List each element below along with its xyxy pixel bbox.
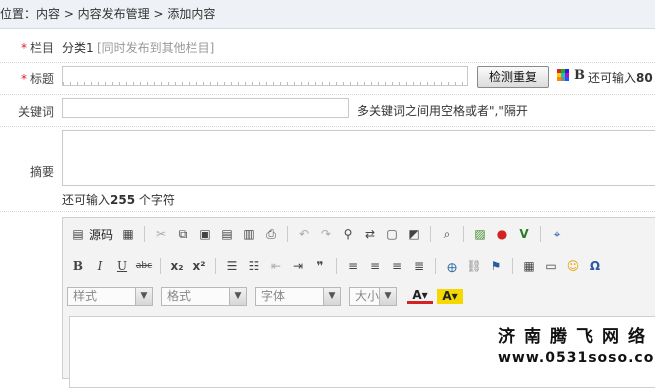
- font-select[interactable]: 字体 ▼: [255, 286, 341, 306]
- bold-icon[interactable]: B: [69, 257, 87, 275]
- align-center-icon[interactable]: ≡: [366, 257, 384, 275]
- new-page-icon[interactable]: ▦: [119, 225, 137, 243]
- paste-icon[interactable]: ▣: [196, 225, 214, 243]
- editor-toolbar-row-1: ▤ 源码 ▦ ✂ ⧉ ▣ ▤ ▥ ⎙ ↶ ↷ ⚲ ⇄ ▢ ◩ ⌕ ▨ ● V ⌖: [67, 222, 568, 246]
- keywords-label: 关键词: [17, 105, 54, 119]
- table-icon[interactable]: ▦: [520, 257, 538, 275]
- strikethrough-icon[interactable]: abc: [135, 257, 153, 275]
- align-right-icon[interactable]: ≡: [388, 257, 406, 275]
- title-label: * 标题: [20, 72, 54, 86]
- chevron-down-icon: ▼: [229, 287, 246, 305]
- summary-textarea[interactable]: [62, 130, 655, 186]
- check-duplicate-button[interactable]: 检测重复: [477, 66, 549, 88]
- image-icon[interactable]: ▨: [471, 225, 489, 243]
- smiley-icon[interactable]: ☺: [564, 257, 582, 275]
- watermark-company: 济南腾飞网络: [498, 327, 654, 347]
- bg-color-icon[interactable]: A▾: [437, 288, 463, 304]
- bullet-list-icon[interactable]: ☷: [245, 257, 263, 275]
- source-doc-icon[interactable]: ▤: [69, 225, 87, 243]
- summary-row: 摘要 还可输入255 个字符: [0, 126, 655, 212]
- flash-icon[interactable]: ●: [493, 225, 511, 243]
- remove-format-icon[interactable]: ◩: [405, 225, 423, 243]
- watermark: 济南腾飞网络 www.0531soso.com: [498, 322, 655, 366]
- outdent-icon[interactable]: ⇤: [267, 257, 285, 275]
- chevron-down-icon: ▼: [135, 287, 152, 305]
- title-input[interactable]: [62, 66, 468, 86]
- preview-icon[interactable]: ⌕: [438, 225, 456, 243]
- unlink-icon[interactable]: ⛓: [465, 257, 483, 275]
- video-icon[interactable]: V: [515, 225, 533, 243]
- special-char-icon[interactable]: Ω: [586, 257, 604, 275]
- superscript-icon[interactable]: x²: [190, 257, 208, 275]
- subscript-icon[interactable]: x₂: [168, 257, 186, 275]
- chevron-down-icon: ▼: [379, 287, 396, 305]
- find-icon[interactable]: ⚲: [339, 225, 357, 243]
- cut-icon[interactable]: ✂: [152, 225, 170, 243]
- format-select[interactable]: 格式 ▼: [161, 286, 247, 306]
- style-select[interactable]: 样式 ▼: [67, 286, 153, 306]
- text-color-icon[interactable]: A▾: [407, 288, 433, 304]
- source-button[interactable]: 源码: [89, 226, 113, 243]
- editor-toolbar-row-3: 样式 ▼ 格式 ▼ 字体 ▼ 大小 ▼ A▾ A▾: [67, 284, 465, 308]
- horizontal-rule-icon[interactable]: ▭: [542, 257, 560, 275]
- color-picker-icon[interactable]: [557, 69, 569, 81]
- numbered-list-icon[interactable]: ☰: [223, 257, 241, 275]
- summary-label: 摘要: [29, 165, 54, 179]
- link-icon[interactable]: 🜨: [443, 257, 461, 275]
- column-row: * 栏目 分类1 [同时发布到其他栏目]: [0, 29, 655, 63]
- maximize-icon[interactable]: ⌖: [548, 225, 566, 243]
- editor-toolbar-row-2: B I U abc x₂ x² ☰ ☷ ⇤ ⇥ ❞ ≡ ≡ ≡ ≣ 🜨 ⛓ ⚑ …: [67, 254, 606, 278]
- watermark-url: www.0531soso.com: [498, 350, 655, 366]
- align-left-icon[interactable]: ≡: [344, 257, 362, 275]
- copy-icon[interactable]: ⧉: [174, 225, 192, 243]
- keywords-row: 关键词 多关键词之间用空格或者","隔开: [0, 94, 655, 127]
- keywords-input[interactable]: [62, 98, 349, 118]
- size-select[interactable]: 大小 ▼: [349, 286, 397, 306]
- chevron-down-icon: ▼: [323, 287, 340, 305]
- indent-icon[interactable]: ⇥: [289, 257, 307, 275]
- breadcrumb-text: 位置：内容 > 内容发布管理 > 添加内容: [0, 7, 216, 21]
- bold-title-icon[interactable]: B: [574, 68, 585, 83]
- paste-text-icon[interactable]: ▤: [218, 225, 236, 243]
- print-icon[interactable]: ⎙: [262, 225, 280, 243]
- title-row: * 标题 检测重复 B 还可输入80: [0, 62, 655, 95]
- column-label: * 栏目: [20, 41, 54, 55]
- summary-remaining: 还可输入255 个字符: [62, 193, 175, 207]
- blockquote-icon[interactable]: ❞: [311, 257, 329, 275]
- column-multi-publish-link[interactable]: [同时发布到其他栏目]: [97, 39, 214, 56]
- paste-word-icon[interactable]: ▥: [240, 225, 258, 243]
- undo-icon[interactable]: ↶: [295, 225, 313, 243]
- select-all-icon[interactable]: ▢: [383, 225, 401, 243]
- title-remaining: 还可输入80: [588, 71, 653, 85]
- breadcrumb: 位置：内容 > 内容发布管理 > 添加内容: [0, 0, 655, 29]
- align-justify-icon[interactable]: ≣: [410, 257, 428, 275]
- column-value: 分类1: [62, 41, 94, 55]
- italic-icon[interactable]: I: [91, 257, 109, 275]
- replace-icon[interactable]: ⇄: [361, 225, 379, 243]
- anchor-flag-icon[interactable]: ⚑: [487, 257, 505, 275]
- keywords-hint: 多关键词之间用空格或者","隔开: [357, 104, 528, 118]
- redo-icon[interactable]: ↷: [317, 225, 335, 243]
- underline-icon[interactable]: U: [113, 257, 131, 275]
